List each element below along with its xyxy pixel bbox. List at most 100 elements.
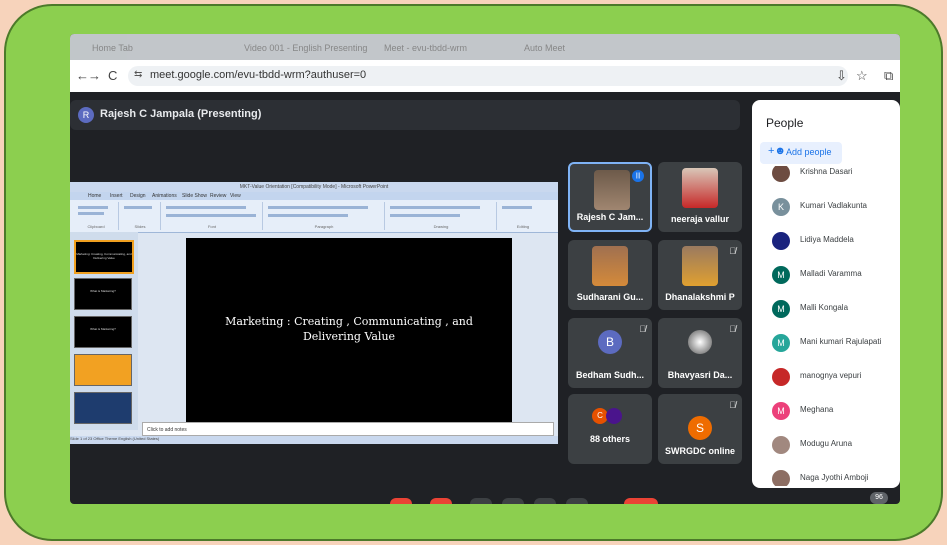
- people-list-item[interactable]: M Malli Kongala: [752, 294, 900, 324]
- participant-avatar: [688, 330, 712, 354]
- people-list-item[interactable]: M Mani kumari Rajulapati: [752, 328, 900, 358]
- ribbon-group-editing[interactable]: Editing: [498, 202, 548, 230]
- people-list-item[interactable]: Naga Jyothi Amboji: [752, 464, 900, 486]
- forward-icon[interactable]: →: [88, 68, 101, 83]
- avatar: [772, 166, 790, 182]
- participant-name: Rajesh C Jam...: [576, 212, 644, 222]
- mic-off-icon: 🎙̸: [729, 324, 736, 334]
- browser-tab-strip: Home Tab Video 001 - English Presenting …: [70, 34, 900, 60]
- presenter-avatar: R: [78, 107, 94, 123]
- ribbon-tab[interactable]: Insert: [110, 193, 123, 199]
- url-box[interactable]: ⇆ meet.google.com/evu-tbdd-wrm?authuser=…: [128, 66, 848, 86]
- avatar: K: [772, 198, 790, 216]
- avatar: [772, 232, 790, 250]
- participant-name: Dhanalakshmi P: [665, 292, 735, 302]
- people-list: Krishna Dasari K Kumari Vadlakunta Lidiy…: [752, 166, 900, 486]
- participant-avatar: S: [688, 416, 712, 440]
- ribbon-group-drawing[interactable]: Drawing: [386, 202, 497, 230]
- participant-tile[interactable]: neeraja vallur: [658, 162, 742, 232]
- slide-thumbnail[interactable]: Marketing: Creating, Communicating, and …: [74, 240, 134, 274]
- participant-count-badge[interactable]: 96: [870, 492, 888, 504]
- people-list-item[interactable]: Modugu Aruna: [752, 430, 900, 460]
- others-count: 88 others: [589, 434, 631, 444]
- participant-name: Bedham Sudh...: [575, 370, 644, 380]
- extension-icon[interactable]: ⧉: [884, 68, 893, 84]
- ribbon-tab[interactable]: Animations: [152, 193, 177, 199]
- star-icon[interactable]: ☆: [856, 68, 868, 84]
- participant-tile[interactable]: 🎙̸ Dhanalakshmi P: [658, 240, 742, 310]
- ribbon-tab[interactable]: Slide Show: [182, 193, 207, 199]
- camera-button[interactable]: [430, 498, 452, 504]
- participant-tile[interactable]: ||| Rajesh C Jam...: [568, 162, 652, 232]
- others-avatar-2: [606, 408, 622, 424]
- leave-call-button[interactable]: [624, 498, 658, 504]
- slide-thumbnail[interactable]: [74, 354, 132, 386]
- captions-button[interactable]: [470, 498, 492, 504]
- people-list-item[interactable]: K Kumari Vadlakunta: [752, 192, 900, 222]
- browser-tab[interactable]: Home Tab: [78, 40, 133, 56]
- avatar: M: [772, 402, 790, 420]
- participant-tile[interactable]: S 🎙̸ SWRGDC online: [658, 394, 742, 464]
- participant-photo: [594, 170, 630, 210]
- current-slide[interactable]: Marketing : Creating , Communicating , a…: [186, 238, 512, 422]
- avatar: M: [772, 266, 790, 284]
- download-icon[interactable]: ⇩: [836, 68, 847, 84]
- site-info-icon[interactable]: ⇆: [134, 69, 142, 80]
- ribbon-group-font[interactable]: Font: [162, 202, 263, 230]
- powerpoint-window: MKT-Value Orientation [Compatibility Mod…: [70, 182, 558, 444]
- slide-thumbnail[interactable]: [74, 392, 132, 424]
- slide-thumbnail[interactable]: What is Marketing?: [74, 316, 132, 348]
- others-tile[interactable]: C 88 others: [568, 394, 652, 464]
- people-list-item[interactable]: Krishna Dasari: [752, 166, 900, 188]
- browser-tab[interactable]: Auto Meet: [510, 40, 565, 56]
- ribbon-tab[interactable]: Home: [88, 193, 101, 199]
- participant-photo: [682, 168, 718, 208]
- ppt-status-bar: Slide 1 of 23 Office Theme English (Unit…: [70, 436, 558, 444]
- participant-tile[interactable]: 🎙̸ Bhavyasri Da...: [658, 318, 742, 388]
- ppt-title-bar: MKT-Value Orientation [Compatibility Mod…: [70, 182, 558, 192]
- address-bar: ← → C ⇆ meet.google.com/evu-tbdd-wrm?aut…: [70, 60, 900, 92]
- notes-field[interactable]: Click to add notes: [142, 422, 554, 436]
- participant-name: SWRGDC online: [665, 446, 735, 456]
- more-options-button[interactable]: [566, 498, 588, 504]
- ribbon-tab[interactable]: Review: [210, 193, 226, 199]
- reactions-button[interactable]: [502, 498, 524, 504]
- participant-avatar: B: [598, 330, 622, 354]
- reload-icon[interactable]: C: [108, 68, 117, 83]
- slide-text: Marketing : Creating , Communicating , a…: [225, 315, 473, 343]
- people-panel: People +☻ Add people Krishna Dasari K Ku…: [752, 100, 900, 488]
- ribbon-group-clipboard[interactable]: Clipboard: [74, 202, 119, 230]
- browser-tab-active[interactable]: Meet - evu-tbdd-wrm: [370, 40, 467, 56]
- avatar: [772, 368, 790, 386]
- mic-button[interactable]: [390, 498, 412, 504]
- slide-thumbnail[interactable]: What is Marketing?: [74, 278, 132, 310]
- participant-tile[interactable]: B 🎙̸ Bedham Sudh...: [568, 318, 652, 388]
- participant-photo: [592, 246, 628, 286]
- ribbon: Clipboard Slides Font Paragraph Drawing: [70, 200, 558, 233]
- presenter-bar: R Rajesh C Jampala (Presenting): [70, 100, 740, 130]
- people-title: People: [766, 116, 804, 130]
- people-list-item[interactable]: M Meghana: [752, 396, 900, 426]
- participant-name: Bhavyasri Da...: [667, 370, 733, 380]
- meet-screen: Home Tab Video 001 - English Presenting …: [70, 34, 900, 504]
- ribbon-group-slides[interactable]: Slides: [120, 202, 161, 230]
- add-person-icon: +☻: [768, 145, 786, 157]
- browser-tab[interactable]: Video 001 - English Presenting: [230, 40, 367, 56]
- ribbon-tab[interactable]: View: [230, 193, 241, 199]
- participant-photo: [682, 246, 718, 286]
- participant-tile[interactable]: Sudharani Gu...: [568, 240, 652, 310]
- slide-thumbnail-pane: Marketing: Creating, Communicating, and …: [70, 232, 138, 430]
- people-list-item[interactable]: manognya vepuri: [752, 362, 900, 392]
- participant-name: neeraja vallur: [670, 214, 730, 224]
- people-list-item[interactable]: M Malladi Varamma: [752, 260, 900, 290]
- add-people-button[interactable]: +☻ Add people: [760, 142, 842, 164]
- presenter-label: Rajesh C Jampala (Presenting): [100, 108, 262, 120]
- people-list-item[interactable]: Lidiya Maddela: [752, 226, 900, 256]
- present-button[interactable]: [534, 498, 556, 504]
- url-text[interactable]: meet.google.com/evu-tbdd-wrm?authuser=0: [150, 69, 366, 81]
- ribbon-group-paragraph[interactable]: Paragraph: [264, 202, 385, 230]
- avatar: M: [772, 300, 790, 318]
- ribbon-tabs: Home Insert Design Animations Slide Show…: [70, 192, 558, 200]
- avatar: [772, 436, 790, 454]
- ribbon-tab[interactable]: Design: [130, 193, 146, 199]
